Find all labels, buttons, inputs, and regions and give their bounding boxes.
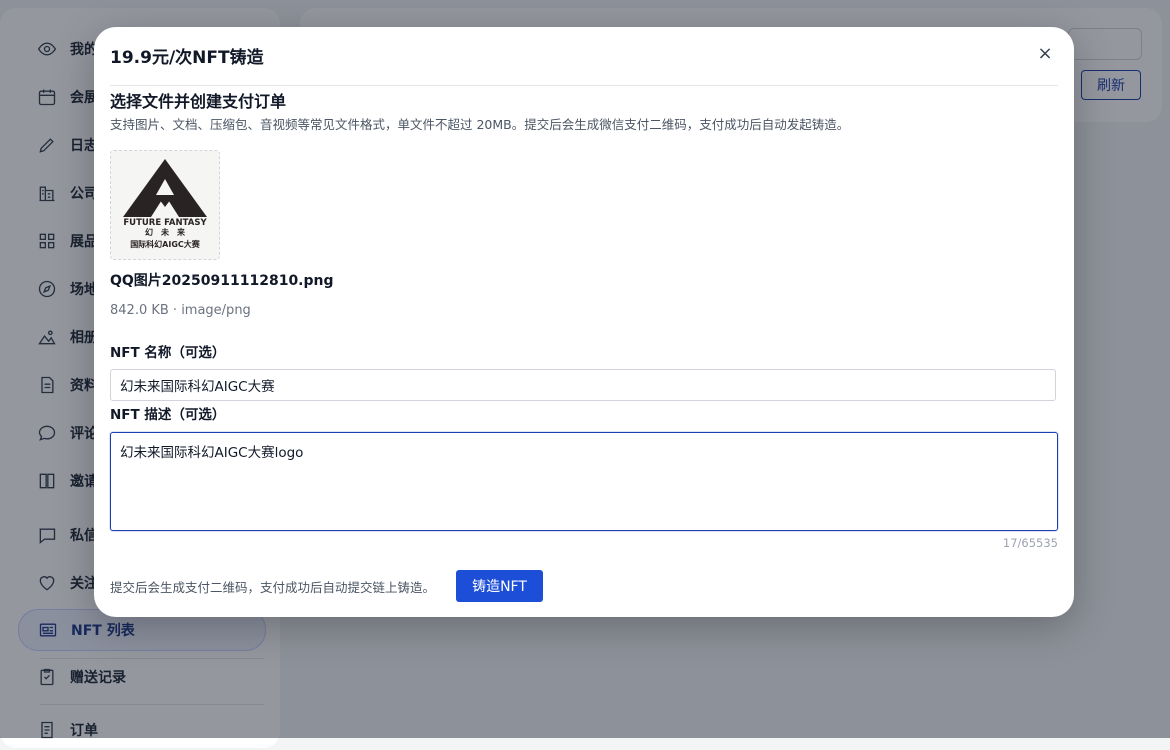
close-button[interactable]: × xyxy=(1034,43,1056,65)
nft-description-label: NFT 描述（可选） xyxy=(110,407,226,423)
footer-note: 提交后会生成支付二维码，支付成功后自动提交链上铸造。 xyxy=(110,580,436,595)
future-fantasy-logo: FUTURE FANTASY 幻 未 来 国际科幻AIGC大赛 xyxy=(111,151,219,259)
svg-text:国际科幻AIGC大赛: 国际科幻AIGC大赛 xyxy=(130,239,201,249)
nft-description-textarea[interactable]: 幻未来国际科幻AIGC大赛logo xyxy=(110,432,1058,531)
section-subtitle: 支持图片、文档、压缩包、音视频等常见文件格式，单文件不超过 20MB。提交后会生… xyxy=(110,117,850,132)
nft-mint-dialog: 19.9元/次NFT铸造 × 选择文件并创建支付订单 支持图片、文档、压缩包、音… xyxy=(94,27,1074,617)
section-title: 选择文件并创建支付订单 xyxy=(110,92,287,111)
nft-name-input[interactable] xyxy=(110,369,1056,401)
file-preview-image[interactable]: FUTURE FANTASY 幻 未 来 国际科幻AIGC大赛 xyxy=(110,150,220,260)
svg-text:FUTURE FANTASY: FUTURE FANTASY xyxy=(123,218,207,228)
mint-nft-button[interactable]: 铸造NFT xyxy=(456,570,543,602)
dialog-title: 19.9元/次NFT铸造 xyxy=(110,48,264,68)
title-divider xyxy=(110,85,1058,86)
file-meta: 842.0 KB · image/png xyxy=(110,303,251,318)
svg-text:幻 未 来: 幻 未 来 xyxy=(145,227,186,237)
nft-name-label: NFT 名称（可选） xyxy=(110,345,226,361)
file-name: QQ图片20250911112810.png xyxy=(110,273,334,289)
character-count: 17/65535 xyxy=(1002,536,1058,550)
